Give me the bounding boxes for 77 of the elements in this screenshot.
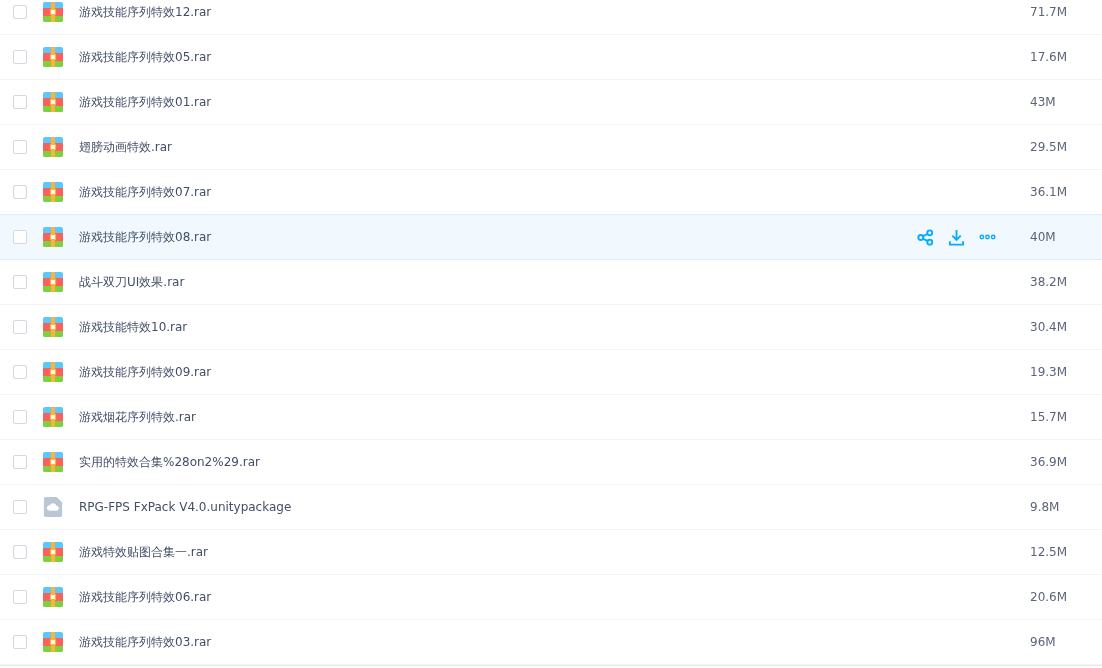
checkbox[interactable]: [13, 635, 27, 649]
archive-icon: [43, 137, 63, 157]
file-row[interactable]: 战斗双刀UI效果.rar 38.2M: [0, 260, 1102, 305]
cloud-file-icon: [43, 497, 63, 517]
checkbox[interactable]: [13, 50, 27, 64]
archive-icon: [43, 407, 63, 427]
file-row[interactable]: 实用的特效合集%28on2%29.rar 36.9M: [0, 440, 1102, 485]
checkbox[interactable]: [13, 410, 27, 424]
file-size: 9.8M: [1030, 500, 1061, 514]
file-name[interactable]: 实用的特效合集%28on2%29.rar: [79, 453, 1030, 471]
file-row[interactable]: 游戏技能序列特效01.rar 43M: [0, 80, 1102, 125]
file-row[interactable]: 游戏技能序列特效05.rar 17.6M: [0, 35, 1102, 80]
file-size: 17.6M: [1030, 50, 1069, 64]
file-name[interactable]: RPG-FPS FxPack V4.0.unitypackage: [79, 500, 1030, 514]
download-icon[interactable]: [948, 228, 965, 246]
archive-icon: [43, 362, 63, 382]
file-name[interactable]: 游戏特效贴图合集一.rar: [79, 543, 1030, 561]
archive-icon: [43, 227, 63, 247]
file-size: 15.7M: [1030, 410, 1069, 424]
checkbox[interactable]: [13, 95, 27, 109]
archive-icon: [43, 272, 63, 292]
file-size: 96M: [1030, 635, 1057, 649]
checkbox[interactable]: [13, 500, 27, 514]
file-size: 36.1M: [1030, 185, 1069, 199]
archive-icon: [43, 542, 63, 562]
file-row[interactable]: 游戏技能序列特效09.rar 19.3M: [0, 350, 1102, 395]
file-name[interactable]: 游戏技能序列特效05.rar: [79, 48, 1030, 66]
file-name[interactable]: 游戏技能序列特效01.rar: [79, 93, 1030, 111]
file-name[interactable]: 翅膀动画特效.rar: [79, 138, 1030, 156]
file-name[interactable]: 游戏技能序列特效12.rar: [79, 3, 1030, 21]
file-name[interactable]: 游戏技能序列特效07.rar: [79, 183, 1030, 201]
checkbox[interactable]: [13, 320, 27, 334]
file-row[interactable]: 游戏技能序列特效06.rar 20.6M: [0, 575, 1102, 620]
file-row[interactable]: 游戏特效贴图合集一.rar 12.5M: [0, 530, 1102, 575]
checkbox[interactable]: [13, 455, 27, 469]
file-row[interactable]: 游戏烟花序列特效.rar 15.7M: [0, 395, 1102, 440]
file-size: 38.2M: [1030, 275, 1069, 289]
file-size: 19.3M: [1030, 365, 1069, 379]
file-size: 71.7M: [1030, 5, 1069, 19]
file-name[interactable]: 游戏技能序列特效03.rar: [79, 633, 1030, 651]
file-name[interactable]: 游戏技能序列特效08.rar: [79, 228, 917, 246]
archive-icon: [43, 587, 63, 607]
checkbox[interactable]: [13, 590, 27, 604]
file-size: 40M: [1030, 230, 1057, 244]
archive-icon: [43, 2, 63, 22]
file-size: 36.9M: [1030, 455, 1069, 469]
file-name[interactable]: 战斗双刀UI效果.rar: [79, 273, 1030, 291]
archive-icon: [43, 92, 63, 112]
checkbox[interactable]: [13, 5, 27, 19]
file-name[interactable]: 游戏烟花序列特效.rar: [79, 408, 1030, 426]
checkbox[interactable]: [13, 275, 27, 289]
file-name[interactable]: 游戏技能序列特效09.rar: [79, 363, 1030, 381]
file-size: 43M: [1030, 95, 1057, 109]
file-size: 20.6M: [1030, 590, 1069, 604]
checkbox[interactable]: [13, 545, 27, 559]
file-row[interactable]: 游戏技能序列特效12.rar 71.7M: [0, 0, 1102, 35]
archive-icon: [43, 182, 63, 202]
file-size: 30.4M: [1030, 320, 1069, 334]
file-name[interactable]: 游戏技能序列特效06.rar: [79, 588, 1030, 606]
archive-icon: [43, 452, 63, 472]
archive-icon: [43, 47, 63, 67]
file-size: 29.5M: [1030, 140, 1069, 154]
checkbox[interactable]: [13, 365, 27, 379]
checkbox[interactable]: [13, 140, 27, 154]
file-name[interactable]: 游戏技能特效10.rar: [79, 318, 1030, 336]
checkbox[interactable]: [13, 185, 27, 199]
archive-icon: [43, 317, 63, 337]
checkbox[interactable]: [13, 230, 27, 244]
file-row[interactable]: 游戏技能特效10.rar 30.4M: [0, 305, 1102, 350]
file-row[interactable]: 翅膀动画特效.rar 29.5M: [0, 125, 1102, 170]
more-icon[interactable]: [979, 234, 996, 240]
file-size: 12.5M: [1030, 545, 1069, 559]
file-row[interactable]: 游戏技能序列特效08.rar 40M: [0, 214, 1102, 260]
file-row[interactable]: RPG-FPS FxPack V4.0.unitypackage 9.8M: [0, 485, 1102, 530]
file-row[interactable]: 游戏技能序列特效03.rar 96M: [0, 620, 1102, 665]
archive-icon: [43, 632, 63, 652]
share-icon[interactable]: [917, 228, 934, 246]
